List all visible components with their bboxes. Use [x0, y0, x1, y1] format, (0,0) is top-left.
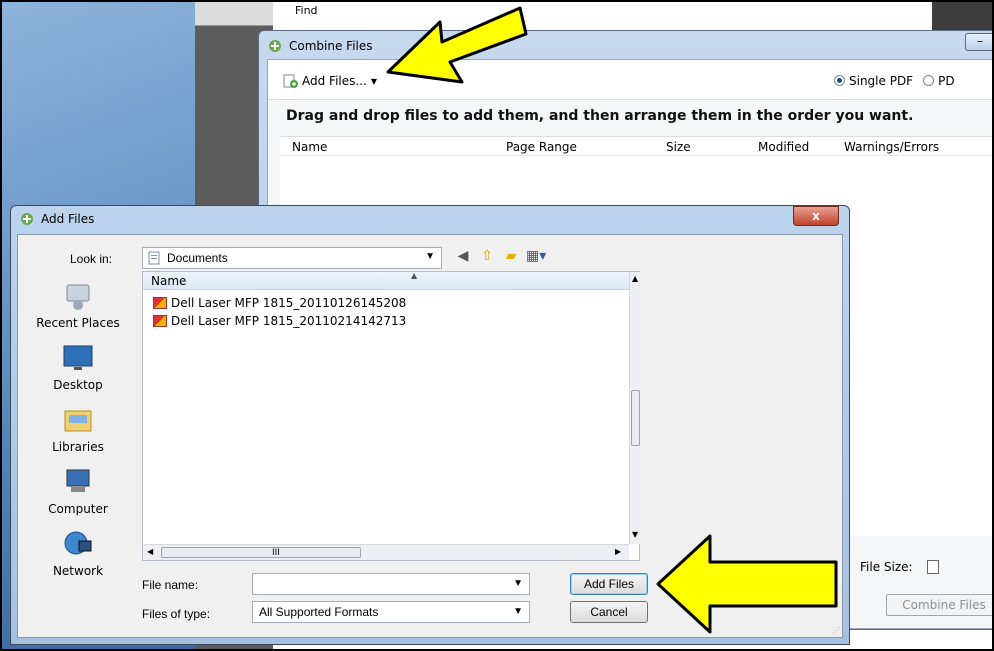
pdf-file-icon [153, 297, 167, 309]
scroll-left-icon[interactable]: ◀ [147, 547, 153, 556]
scroll-grip: III [272, 548, 280, 558]
add-files-titlebar: Add Files [19, 211, 94, 227]
vertical-scroll-thumb[interactable] [631, 390, 640, 446]
pdf-file-icon [153, 315, 167, 327]
horizontal-scrollbar[interactable]: ◀ III ▶ [143, 544, 629, 560]
look-in-label: Look in: [70, 252, 113, 266]
place-desktop[interactable]: Desktop [18, 343, 138, 392]
chevron-down-icon: ▼ [513, 606, 523, 617]
place-recent-places[interactable]: Recent Places [18, 281, 138, 330]
scroll-down-icon[interactable]: ▼ [632, 530, 638, 539]
chevron-down-icon: ▼ [370, 76, 377, 86]
minimize-button[interactable]: – [965, 33, 992, 51]
radio-selected-icon [834, 75, 845, 86]
look-in-value: Documents [167, 251, 228, 265]
navigation-toolbar: ◀ ⇧ ▰ ▦▾ [454, 247, 547, 265]
chevron-down-icon: ▼ [513, 578, 523, 589]
add-files-dialog-icon [21, 213, 33, 225]
network-icon [64, 531, 92, 555]
desktop-icon [63, 345, 93, 370]
recent-places-icon [66, 284, 90, 310]
name-column-header: Name [151, 274, 187, 288]
find-label: Find [295, 4, 318, 17]
pdf-portfolio-option[interactable]: PD [923, 74, 955, 88]
highlight-arrow-add-files-button [656, 534, 838, 634]
scroll-right-icon[interactable]: ▶ [615, 547, 621, 556]
place-libraries[interactable]: Libraries [18, 405, 138, 454]
background-toolbar: Find [195, 2, 318, 26]
single-pdf-option[interactable]: Single PDF [834, 74, 913, 88]
file-row[interactable]: Dell Laser MFP 1815_20110214142713 [153, 314, 406, 328]
highlight-arrow-add-files-menu [386, 6, 528, 84]
documents-folder-icon [148, 251, 160, 265]
close-button[interactable]: x [793, 206, 839, 226]
combine-columns-header: Name Page Range Size Modified Warnings/E… [280, 136, 992, 156]
horizontal-scroll-thumb[interactable]: III [161, 547, 361, 558]
up-folder-icon[interactable]: ⇧ [478, 247, 496, 265]
add-files-menu-button[interactable]: Add Files... ▼ [282, 74, 377, 88]
libraries-icon [64, 410, 92, 432]
output-mode-group: Single PDF PD [834, 74, 955, 88]
screenshot-frame: Find Combine Files – Add Files... ▼ Sing… [0, 0, 994, 651]
computer-icon [66, 469, 90, 492]
radio-unselected-icon [923, 75, 935, 86]
place-network[interactable]: Network [18, 529, 138, 578]
places-bar: Recent Places Desktop Libraries Computer… [18, 271, 142, 591]
file-size-label: File Size: [860, 560, 913, 574]
files-of-type-value: All Supported Formats [259, 605, 379, 619]
scroll-up-icon[interactable]: ▲ [632, 274, 638, 283]
sort-ascending-icon: ▲ [411, 271, 418, 280]
cancel-button[interactable]: Cancel [570, 601, 648, 623]
place-computer[interactable]: Computer [18, 467, 138, 516]
file-name-label: File name: [142, 578, 199, 592]
chevron-down-icon: ▼ [425, 251, 435, 262]
combine-files-icon [269, 40, 281, 52]
vertical-scrollbar[interactable]: ▲ ▼ [629, 272, 641, 544]
back-icon[interactable]: ◀ [454, 247, 472, 265]
add-files-menu-label: Add Files... [302, 74, 367, 88]
look-in-dropdown[interactable]: Documents ▼ [142, 247, 442, 269]
instruction-text: Drag and drop files to add them, and the… [286, 108, 914, 124]
add-file-icon [283, 74, 298, 88]
new-folder-icon[interactable]: ▰ [502, 247, 520, 265]
file-name-field[interactable]: ▼ [252, 573, 530, 595]
file-row[interactable]: Dell Laser MFP 1815_20110126145208 [153, 296, 406, 310]
add-files-button[interactable]: Add Files [570, 573, 648, 595]
file-list-header[interactable]: Name ▲ [143, 271, 629, 290]
file-list[interactable]: Name ▲ Dell Laser MFP 1815_2011012614520… [142, 271, 641, 561]
add-files-title: Add Files [41, 212, 95, 226]
combine-files-titlebar: Combine Files [267, 35, 373, 57]
column-page-range[interactable]: Page Range [506, 140, 577, 154]
column-name[interactable]: Name [292, 140, 327, 154]
files-of-type-select[interactable]: All Supported Formats ▼ [252, 601, 530, 623]
combine-files-toolbar: Add Files... ▼ Single PDF PD [268, 60, 992, 100]
combine-files-title: Combine Files [289, 39, 373, 53]
column-warnings[interactable]: Warnings/Errors [844, 140, 939, 154]
column-modified[interactable]: Modified [758, 140, 809, 154]
column-size[interactable]: Size [666, 140, 691, 154]
file-size-section: File Size: [860, 560, 939, 574]
combine-files-button[interactable]: Combine Files [886, 594, 992, 616]
files-of-type-label: Files of type: [142, 607, 211, 621]
document-icon[interactable] [926, 560, 939, 574]
view-menu-icon[interactable]: ▦▾ [526, 247, 546, 265]
